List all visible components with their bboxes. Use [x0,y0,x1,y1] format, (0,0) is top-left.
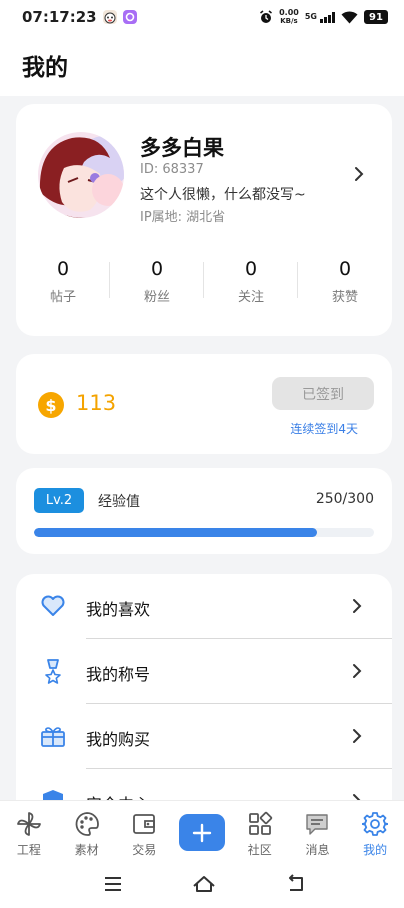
net-speed: 0.00 KB/s [279,8,299,26]
wallet-icon [133,814,156,834]
coin-icon: $ [38,392,64,418]
menu-item-label: 我的喜欢 [86,600,151,619]
stat-label: 获赞 [331,290,358,305]
tab-create[interactable] [173,801,231,860]
experience-progress-fill [34,528,318,537]
gift-box-icon [41,727,65,747]
tab-messages[interactable]: 消息 [289,801,347,860]
page-header: 我的 [0,34,404,96]
tab-label: 消息 [305,843,330,857]
stat-value: 0 [150,258,164,280]
page-title: 我的 [22,55,68,81]
level-card: Lv.2 经验值 250/300 [16,468,392,554]
profile-stats: 0 帖子 0 粉丝 0 关注 0 获赞 [16,256,392,306]
profile-ip-location: IP属地: 湖北省 [140,210,226,225]
chevron-right-icon [353,599,362,613]
profile-id: ID: 68337 [140,162,204,177]
stat-label: 关注 [237,290,264,305]
battery-indicator: 91 [364,10,388,24]
back-icon[interactable] [284,872,308,896]
avatar[interactable] [38,132,124,218]
stat-value: 0 [244,258,258,280]
signal-icon: 5G [304,11,335,23]
menu-item-titles[interactable]: 我的称号 [16,639,392,704]
menu-icon[interactable] [101,872,125,896]
network-type: 5G [304,11,317,21]
message-icon [306,814,329,835]
stat-posts[interactable]: 0 帖子 [16,256,110,306]
pinwheel-icon [16,812,41,836]
status-bar: 07:17:23 0.00 KB/s 5G 91 [0,0,404,34]
tab-me[interactable]: 我的 [346,801,404,860]
experience-progress-track [34,528,374,537]
profile-name: 多多白果 [140,136,224,160]
notification-app-icon [102,10,117,24]
status-time: 07:17:23 [22,8,97,26]
chevron-right-icon [353,664,362,678]
alarm-icon [260,10,273,23]
tab-community[interactable]: 社区 [231,801,289,860]
tab-materials[interactable]: 素材 [58,801,116,860]
menu-card: 我的喜欢 我的称号 我的购买 安全中心 [16,574,392,814]
notification-app-icon-2 [122,10,137,24]
grid-icon [248,811,272,835]
system-navigation-bar [0,860,404,908]
stat-fans[interactable]: 0 粉丝 [110,256,204,306]
net-speed-value: 0.00 [279,8,299,17]
stat-label: 帖子 [49,290,76,305]
stat-value: 0 [338,258,352,280]
level-badge: Lv.2 [34,488,84,513]
tab-label: 工程 [16,843,41,857]
gear-icon [362,812,389,836]
coin-card: $ 113 已签到 连续签到4天 [16,354,392,454]
palette-icon [75,812,99,836]
sign-in-button[interactable]: 已签到 [272,377,374,410]
profile-bio: 这个人很懒，什么都没写~ [140,187,306,203]
menu-item-label: 我的称号 [86,665,151,684]
wifi-icon [341,10,358,23]
heart-icon [41,595,65,616]
stat-label: 粉丝 [143,290,170,305]
stat-value: 0 [56,258,70,280]
chevron-right-icon [353,729,362,743]
menu-item-label: 我的购买 [86,730,151,749]
coin-balance: 113 [76,391,117,415]
experience-label: 经验值 [98,494,140,510]
plus-icon [192,823,212,842]
stat-likes[interactable]: 0 获赞 [298,256,392,306]
sign-in-streak: 连续签到4天 [290,422,358,436]
bottom-tab-bar: 工程 素材 交易 社区 消息 我的 [0,800,404,860]
net-speed-unit: KB/s [280,17,298,25]
tab-label: 社区 [247,843,272,857]
tab-label: 交易 [132,843,157,857]
tab-trade[interactable]: 交易 [115,801,173,860]
tab-label: 我的 [363,843,388,857]
profile-card[interactable]: 多多白果 ID: 68337 这个人很懒，什么都没写~ IP属地: 湖北省 0 … [16,104,392,336]
experience-value: 250/300 [315,491,374,507]
tab-projects[interactable]: 工程 [0,801,58,860]
stat-following[interactable]: 0 关注 [204,256,298,306]
menu-item-likes[interactable]: 我的喜欢 [16,574,392,639]
menu-item-purchases[interactable]: 我的购买 [16,704,392,769]
tab-label: 素材 [74,843,99,857]
chevron-right-icon[interactable] [352,164,366,184]
home-icon[interactable] [192,872,216,896]
medal-icon [45,659,61,684]
create-button[interactable] [179,814,226,851]
